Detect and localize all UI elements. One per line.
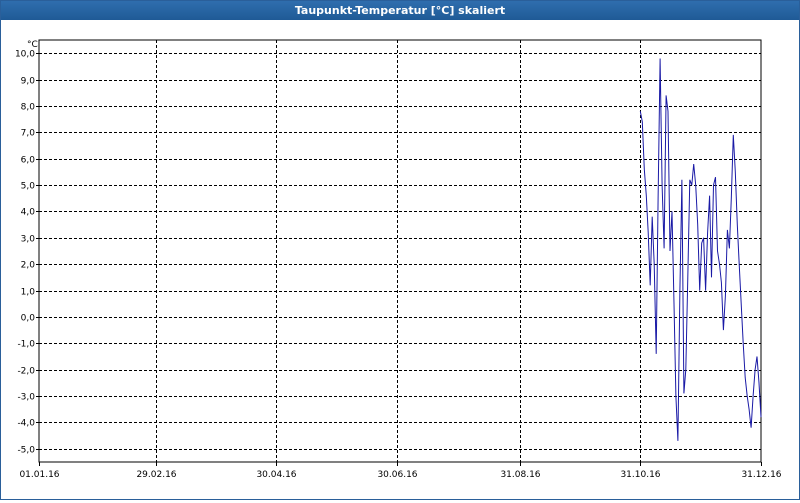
y-tick-label: 8,0 bbox=[21, 103, 36, 113]
y-axis-label: °C bbox=[27, 40, 38, 50]
x-tick-label: 30.06.16 bbox=[377, 470, 417, 480]
y-tick-label: 5,0 bbox=[21, 182, 36, 192]
y-tick-label: -3,0 bbox=[17, 393, 35, 403]
y-tick-label: 9,0 bbox=[21, 77, 36, 87]
x-tick-label: 30.04.16 bbox=[256, 470, 296, 480]
y-tick-label: 6,0 bbox=[21, 156, 36, 166]
y-tick-label: 0,0 bbox=[21, 314, 36, 324]
y-tick-label: 1,0 bbox=[21, 288, 36, 298]
window-title: Taupunkt-Temperatur [°C] skaliert bbox=[1, 1, 799, 20]
y-tick-label: 10,0 bbox=[15, 50, 35, 60]
x-tick-label: 31.12.16 bbox=[741, 470, 781, 480]
x-tick-label: 31.08.16 bbox=[500, 470, 540, 480]
x-tick-label: 01.01.16 bbox=[19, 470, 59, 480]
y-tick-label: 7,0 bbox=[21, 129, 36, 139]
y-tick-label: 2,0 bbox=[21, 261, 36, 271]
y-tick-label: -2,0 bbox=[17, 367, 35, 377]
x-tick-label: 29.02.16 bbox=[136, 470, 176, 480]
y-tick-label: -5,0 bbox=[17, 446, 35, 456]
chart-area: 10,0 9,0 8,0 7,0 6,0 5,0 4,0 3,0 2,0 1,0 0,0 -1,0 -2… bbox=[1, 20, 799, 499]
grid-layer bbox=[39, 40, 761, 462]
chart-window: Taupunkt-Temperatur [°C] skaliert 10,0 9,… bbox=[0, 0, 800, 500]
y-tick-label: 4,0 bbox=[21, 208, 36, 218]
chart-svg: 10,0 9,0 8,0 7,0 6,0 5,0 4,0 3,0 2,0 1,0 0,0 -1,0 -2… bbox=[15, 39, 782, 480]
tick-layer bbox=[36, 53, 762, 466]
plot-frame bbox=[38, 39, 762, 463]
y-tick-label: -4,0 bbox=[17, 419, 35, 429]
series-line-dewpoint bbox=[639, 58, 762, 441]
y-tick-label: -1,0 bbox=[17, 340, 35, 350]
x-tick-label: 31.10.16 bbox=[620, 470, 660, 480]
y-tick-label: 3,0 bbox=[21, 235, 36, 245]
